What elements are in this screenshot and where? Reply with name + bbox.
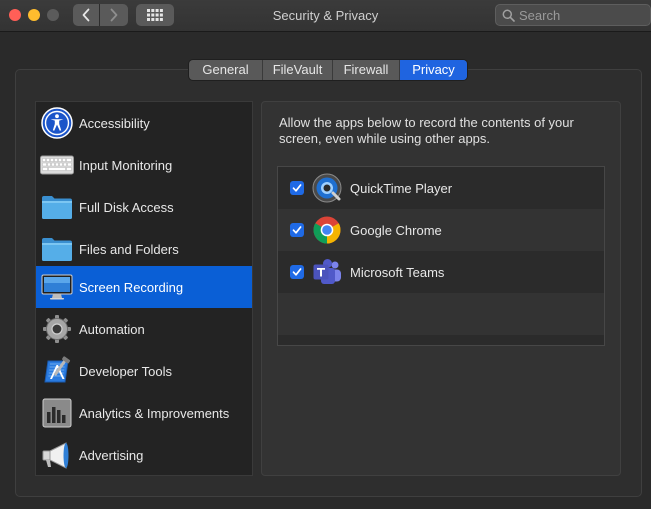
- search-icon: [502, 9, 515, 22]
- minimize-window-button[interactable]: [28, 9, 40, 21]
- sidebar-item-accessibility[interactable]: Accessibility: [36, 102, 252, 144]
- chrome-icon: [312, 215, 342, 245]
- folder-icon: [40, 232, 74, 266]
- sidebar-item-input-monitoring[interactable]: Input Monitoring: [36, 144, 252, 186]
- quicktime-icon: [312, 173, 342, 203]
- app-checkbox[interactable]: [290, 223, 304, 237]
- sidebar-item-advertising[interactable]: Advertising: [36, 434, 252, 476]
- screen-recording-description: Allow the apps below to record the conte…: [279, 115, 574, 146]
- title-bar: Security & Privacy: [0, 0, 651, 32]
- app-checkbox[interactable]: [290, 265, 304, 279]
- folder-icon: [40, 190, 74, 224]
- grid-icon: [147, 9, 163, 21]
- sidebar-item-label: Advertising: [79, 447, 144, 463]
- sidebar-item-automation[interactable]: Automation: [36, 308, 252, 350]
- tab-filevault[interactable]: FileVault: [263, 60, 333, 80]
- checkmark-icon: [292, 184, 302, 192]
- display-icon: [40, 270, 74, 304]
- sidebar-item-label: Files and Folders: [79, 241, 179, 257]
- zoom-window-button[interactable]: [47, 9, 59, 21]
- teams-icon: [312, 257, 342, 287]
- forward-button[interactable]: [100, 4, 128, 26]
- analytics-icon: [40, 396, 74, 430]
- chevron-right-icon: [110, 8, 118, 22]
- gear-icon: [40, 312, 74, 346]
- checkmark-icon: [292, 268, 302, 276]
- sidebar-item-label: Developer Tools: [79, 363, 172, 379]
- security-privacy-window: Security & Privacy General FileVault Fir…: [0, 0, 651, 509]
- navigation-buttons: [73, 4, 128, 26]
- close-window-button[interactable]: [9, 9, 21, 21]
- sidebar-item-label: Full Disk Access: [79, 199, 174, 215]
- chevron-left-icon: [82, 8, 90, 22]
- app-list: QuickTime Player Google Chrome Microsoft…: [277, 166, 605, 346]
- sidebar-item-screen-recording[interactable]: Screen Recording: [36, 266, 252, 308]
- app-row-quicktime[interactable]: QuickTime Player: [278, 167, 604, 209]
- show-all-preferences-button[interactable]: [136, 4, 174, 26]
- megaphone-icon: [40, 438, 74, 472]
- sidebar-item-label: Accessibility: [79, 115, 150, 131]
- sidebar-item-label: Analytics & Improvements: [79, 405, 230, 421]
- sidebar-item-label: Screen Recording: [79, 279, 184, 295]
- app-row-teams[interactable]: Microsoft Teams: [278, 251, 604, 293]
- sidebar-item-label: Automation: [79, 321, 145, 337]
- search-field[interactable]: [495, 4, 651, 26]
- sidebar-item-analytics[interactable]: Analytics & Improvements: [36, 392, 252, 434]
- sidebar-item-label: Input Monitoring: [79, 157, 173, 173]
- developer-tools-icon: [40, 354, 74, 388]
- app-row-chrome[interactable]: Google Chrome: [278, 209, 604, 251]
- tab-general[interactable]: General: [189, 60, 263, 80]
- back-button[interactable]: [73, 4, 100, 26]
- app-name: QuickTime Player: [350, 180, 453, 196]
- search-input[interactable]: [519, 7, 639, 23]
- app-name: Microsoft Teams: [350, 264, 445, 280]
- accessibility-icon: [40, 106, 74, 140]
- keyboard-icon: [40, 148, 74, 182]
- sidebar-item-files-and-folders[interactable]: Files and Folders: [36, 228, 252, 270]
- tab-bar: General FileVault Firewall Privacy: [189, 60, 467, 80]
- app-row-empty: [278, 293, 604, 335]
- app-checkbox[interactable]: [290, 181, 304, 195]
- tab-privacy[interactable]: Privacy: [400, 60, 467, 80]
- sidebar-item-full-disk-access[interactable]: Full Disk Access: [36, 186, 252, 228]
- privacy-category-list: Accessibility Input Monitoring Full Disk…: [35, 101, 253, 476]
- app-name: Google Chrome: [350, 222, 442, 238]
- tab-firewall[interactable]: Firewall: [333, 60, 400, 80]
- checkmark-icon: [292, 226, 302, 234]
- sidebar-item-developer-tools[interactable]: Developer Tools: [36, 350, 252, 392]
